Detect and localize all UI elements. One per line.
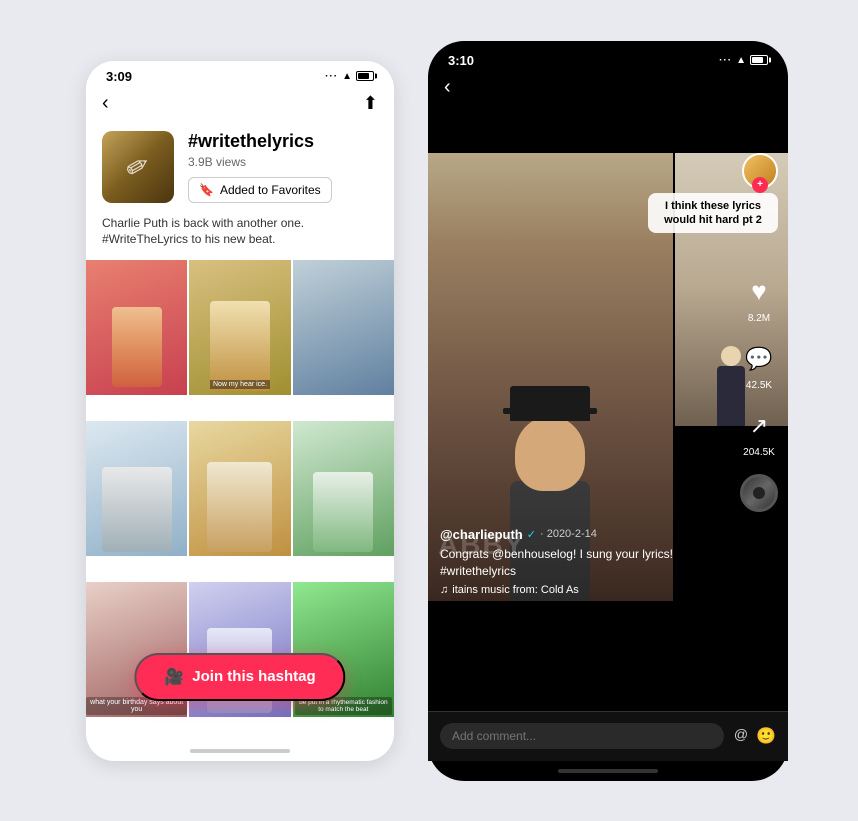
- video-info: @charlieputh ✓ · 2020-2-14 Congrats @ben…: [428, 527, 728, 596]
- emoji-icon[interactable]: 🙂: [756, 726, 776, 746]
- nav-bar-right: ‹: [428, 72, 788, 103]
- music-row: ♫ itains music from: Cold As: [440, 584, 716, 596]
- like-count: 8.2M: [748, 313, 770, 324]
- hashtag-info: #writethelyrics 3.9B views 🔖 Added to Fa…: [188, 131, 378, 203]
- comment-count: 42.5K: [746, 380, 772, 391]
- video-top-black: [428, 103, 788, 153]
- comment-button[interactable]: 💬 42.5K: [740, 340, 778, 391]
- back-button[interactable]: ‹: [102, 92, 109, 115]
- share-button-right[interactable]: ↗ 204.5K: [740, 407, 778, 458]
- home-bar-right: [558, 769, 658, 773]
- status-icons-left: ··· ▲: [325, 71, 374, 82]
- username[interactable]: @charlieputh: [440, 527, 523, 542]
- action-buttons: ♥ 8.2M 💬 42.5K ↗ 204.5K: [740, 273, 778, 512]
- home-bar-left: [190, 749, 290, 753]
- post-date: · 2020-2-14: [540, 528, 597, 540]
- video-cell-4[interactable]: [86, 421, 187, 556]
- bookmark-icon: 🔖: [199, 183, 214, 197]
- left-phone: 3:09 ··· ▲ ‹ ⬆ ✏ #wr: [70, 41, 410, 781]
- nav-bar-left: ‹ ⬆: [86, 88, 394, 123]
- comment-bar: @ 🙂: [428, 711, 788, 761]
- right-phone: 3:10 ··· ▲ ‹: [428, 41, 788, 781]
- status-bar-right: 3:10 ··· ▲: [428, 41, 788, 72]
- home-indicator-right: [428, 761, 788, 781]
- follow-button[interactable]: +: [752, 177, 768, 193]
- share-count: 204.5K: [743, 447, 775, 458]
- video-cell-6[interactable]: [293, 421, 394, 556]
- share-button[interactable]: ⬆: [363, 93, 378, 114]
- hashtag-title: #writethelyrics: [188, 131, 378, 152]
- comment-input[interactable]: [440, 723, 724, 749]
- pen-icon: ✏: [120, 146, 157, 186]
- video-cell-2[interactable]: Now my hear ice.: [189, 260, 290, 395]
- hashtag-description: Charlie Puth is back with another one. #…: [86, 215, 394, 261]
- creator-avatar[interactable]: +: [742, 153, 778, 189]
- music-disc-icon: [740, 474, 778, 512]
- music-note-icon: ♫: [440, 584, 448, 596]
- wifi-icon-right: ▲: [736, 55, 746, 66]
- like-button[interactable]: ♥ 8.2M: [740, 273, 778, 324]
- status-icons-right: ··· ▲: [719, 55, 768, 66]
- favorites-label: Added to Favorites: [220, 183, 321, 197]
- lyrics-overlay: I think these lyrics would hit hard pt 2: [648, 193, 778, 234]
- join-button-wrapper: 🎥 Join this hashtag: [134, 653, 345, 701]
- signal-dots-icon: ···: [325, 71, 338, 82]
- music-text: itains music from: Cold As: [452, 584, 579, 596]
- hashtag-header: ✏ #writethelyrics 3.9B views 🔖 Added to …: [86, 123, 394, 215]
- home-indicator-left: [86, 741, 394, 761]
- video-cell-3[interactable]: [293, 260, 394, 395]
- video-grid: Now my hear ice. what your birthday says…: [86, 260, 394, 740]
- video-cell-1[interactable]: [86, 260, 187, 395]
- camera-icon: 🎥: [164, 667, 184, 687]
- hashtag-views: 3.9B views: [188, 155, 378, 169]
- status-bar-left: 3:09 ··· ▲: [86, 61, 394, 88]
- battery-icon-right: [750, 55, 768, 65]
- at-icon[interactable]: @: [734, 726, 748, 746]
- signal-dots-icon-right: ···: [719, 55, 732, 66]
- video-cell-5[interactable]: [189, 421, 290, 556]
- music-disc-button[interactable]: [740, 474, 778, 512]
- wifi-icon: ▲: [342, 71, 352, 82]
- lyrics-text: I think these lyrics would hit hard pt 2: [664, 200, 762, 226]
- time-right: 3:10: [448, 53, 474, 68]
- right-phone-video: ABBY I think these lyrics would hit hard…: [428, 103, 788, 711]
- verified-badge: ✓: [527, 528, 536, 541]
- user-row: @charlieputh ✓ · 2020-2-14: [440, 527, 716, 542]
- favorites-button[interactable]: 🔖 Added to Favorites: [188, 177, 332, 203]
- join-hashtag-button[interactable]: 🎥 Join this hashtag: [134, 653, 345, 701]
- back-button-right[interactable]: ‹: [444, 76, 451, 99]
- time-left: 3:09: [106, 69, 132, 84]
- caption: Congrats @benhouselog! I sung your lyric…: [440, 546, 716, 580]
- hashtag-thumbnail: ✏: [102, 131, 174, 203]
- join-label: Join this hashtag: [192, 668, 315, 685]
- comment-actions: @ 🙂: [734, 726, 776, 746]
- battery-icon: [356, 71, 374, 81]
